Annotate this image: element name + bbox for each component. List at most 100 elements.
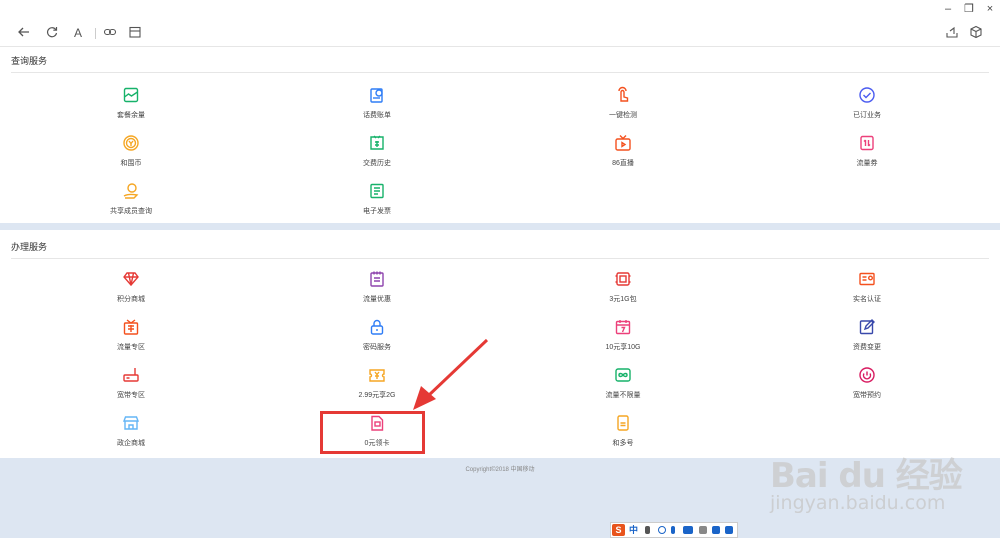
calendar-button[interactable] [127,25,143,41]
service-item-label: 宽带专区 [117,392,145,399]
query-section-title: 查询服务 [11,56,48,66]
service-item[interactable]: 流量专区 [71,318,191,358]
back-button[interactable] [16,25,32,41]
shared-member-icon [122,182,140,200]
service-item-label: 流量优惠 [363,296,391,303]
service-item-label: 86直播 [612,160,634,167]
share-button[interactable] [944,25,960,41]
ime-language-indicator[interactable]: 中 [629,524,638,536]
payment-history-icon [368,134,386,152]
store-icon [122,414,140,432]
diamond-icon [122,270,140,288]
bill-icon [368,86,386,104]
id-card-icon [858,270,876,288]
service-item-label: 2.99元享2G [358,392,396,399]
calendar-icon [129,26,141,38]
service-item[interactable]: 积分商城 [71,270,191,310]
service-item-label: 话费账单 [363,112,391,119]
service-item[interactable]: 86直播 [563,134,683,174]
service-item-label: 和多号 [612,440,634,447]
service-item-label: 3元1G包 [609,296,637,303]
watermark-url: jingyan.baidu.com [770,492,946,514]
service-item[interactable]: 电子发票 [317,182,437,222]
service-item-label: 和围币 [120,160,142,167]
share-icon [946,26,958,38]
package-balance-icon [122,86,140,104]
service-item-label: 资费变更 [853,344,881,351]
coin-icon [122,134,140,152]
edit-icon [858,318,876,336]
ime-toolbar[interactable]: S 中 [610,522,738,538]
service-item-label: 流量不限量 [605,392,641,399]
baidu-watermark: Bai du 经验 jingyan.baidu.com [770,440,990,520]
service-item[interactable]: 一键检测 [563,86,683,126]
service-item[interactable]: 流量不限量 [563,366,683,406]
traffic-coupon-icon [858,134,876,152]
infinity-icon [614,366,632,384]
service-item-label: 密码服务 [363,344,391,351]
service-item[interactable]: 2.99元享2G [317,366,437,406]
service-item[interactable]: 交费历史 [317,134,437,174]
service-item[interactable]: 密码服务 [317,318,437,358]
lock-icon [368,318,386,336]
service-item[interactable]: 10元享10G [563,318,683,358]
link-icon [103,28,117,36]
tap-hand-icon [614,86,632,104]
refresh-button[interactable] [44,25,60,41]
refresh-icon [46,27,58,38]
service-item-label: 一键检测 [609,112,637,119]
service-item-label: 积分商城 [117,296,145,303]
service-item[interactable]: 宽带预约 [807,366,927,406]
microphone-icon[interactable] [671,526,675,534]
router-icon [122,366,140,384]
service-item[interactable]: 流量券 [807,134,927,174]
link-button[interactable] [102,25,118,41]
service-item[interactable]: 3元1G包 [563,270,683,310]
service-item-label: 流量券 [856,160,878,167]
tv-live-icon [614,134,632,152]
minimize-button[interactable]: – [940,2,956,16]
service-item-label: 已订业务 [853,112,881,119]
user-icon[interactable] [699,526,707,534]
grid-menu-icon[interactable] [725,526,733,534]
window-titlebar: – ❐ × [0,0,1000,20]
arrow-left-icon [18,27,29,37]
service-item[interactable]: 实名认证 [807,270,927,310]
service-item-label: 流量专区 [117,344,145,351]
service-item[interactable]: 资费变更 [807,318,927,358]
service-item-label: 电子发票 [363,208,391,215]
browser-toolbar: A [0,20,1000,47]
service-item-label: 政企商城 [117,440,145,447]
shirt-icon[interactable] [712,526,720,534]
cube-icon [970,25,982,39]
service-item[interactable]: 和围币 [71,134,191,174]
service-item[interactable]: 套餐余量 [71,86,191,126]
close-button[interactable]: × [982,2,998,16]
service-item-label: 交费历史 [363,160,391,167]
service-item[interactable]: 已订业务 [807,86,927,126]
font-button[interactable]: A [70,25,86,41]
service-item[interactable]: 流量优惠 [317,270,437,310]
punctuation-icon[interactable] [645,526,650,534]
keyboard-icon[interactable] [683,526,693,534]
emoji-icon[interactable] [658,526,666,534]
power-icon [858,366,876,384]
service-item-label: 10元享10G [605,344,641,351]
service-item[interactable]: 宽带专区 [71,366,191,406]
restore-button[interactable]: ❐ [961,2,977,16]
service-item[interactable]: 和多号 [563,414,683,454]
check-circle-icon [858,86,876,104]
data-pack-icon [614,270,632,288]
service-item-label: 套餐余量 [117,112,145,119]
service-item[interactable]: 共享成员查询 [71,182,191,222]
handle-section-title: 办理服务 [11,242,48,252]
multi-number-icon [614,414,632,432]
cube-button[interactable] [968,25,984,41]
service-item[interactable]: 政企商城 [71,414,191,454]
section-separator-band [0,223,1000,230]
gift-hui-icon [122,318,140,336]
service-item-label: 宽带预约 [853,392,881,399]
notepad-icon [368,270,386,288]
service-item[interactable]: 话费账单 [317,86,437,126]
section-divider [11,258,989,259]
